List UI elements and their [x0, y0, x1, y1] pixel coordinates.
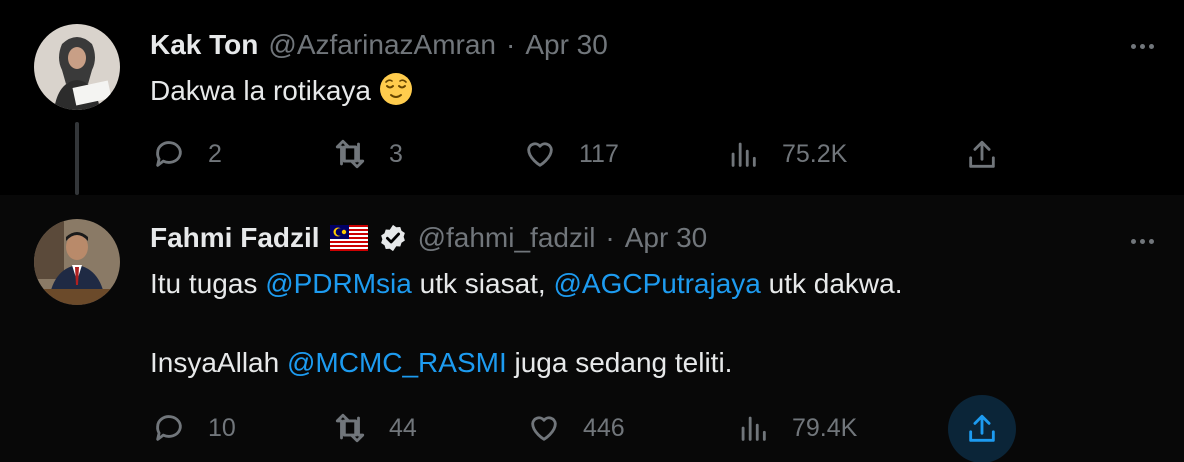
- view-count: 79.4K: [792, 413, 858, 442]
- tweet-text-line-1: Itu tugas @PDRMsia utk siasat, @AGCPutra…: [150, 266, 903, 302]
- retweet-icon: [335, 139, 365, 169]
- tweet-text-content: Dakwa la rotikaya: [150, 75, 371, 106]
- reply-button[interactable]: 2: [152, 129, 222, 179]
- reply-button[interactable]: 10: [152, 403, 236, 453]
- tweet-actions: 10 44 446 79.4K: [0, 395, 1184, 462]
- separator-dot: ·: [605, 222, 615, 253]
- more-options-icon[interactable]: [1126, 30, 1158, 62]
- tweet-2[interactable]: Fahmi Fadzil @fahmi_fadzil · Apr 30 Itu …: [0, 195, 1184, 462]
- mention-link[interactable]: @PDRMsia: [265, 268, 412, 299]
- author-name[interactable]: Kak Ton: [150, 29, 258, 61]
- like-button[interactable]: 446: [527, 403, 625, 453]
- share-icon: [969, 414, 995, 442]
- text-segment: utk siasat,: [411, 268, 554, 299]
- share-icon: [969, 140, 995, 168]
- reply-count: 10: [208, 413, 236, 442]
- relieved-face-emoji-icon: [379, 73, 412, 105]
- like-count: 446: [583, 413, 625, 442]
- mention-link[interactable]: @MCMC_RASMI: [287, 347, 507, 378]
- view-count: 75.2K: [782, 139, 848, 168]
- mention-link[interactable]: @AGCPutrajaya: [553, 268, 760, 299]
- tweet-date[interactable]: Apr 30: [625, 222, 708, 254]
- views-icon: [731, 142, 756, 167]
- like-count: 117: [579, 139, 619, 168]
- heart-icon: [527, 142, 553, 167]
- text-segment: utk dakwa.: [760, 268, 903, 299]
- retweet-button[interactable]: 44: [333, 403, 417, 453]
- tweet-text: Dakwa la rotikaya: [150, 72, 413, 109]
- tweet-header: Kak Ton @AzfarinazAmran · Apr 30: [150, 25, 608, 65]
- separator-dot: ·: [506, 29, 516, 60]
- views-icon: [741, 416, 766, 441]
- share-button[interactable]: [948, 121, 1016, 189]
- retweet-icon: [335, 413, 365, 443]
- avatar[interactable]: [34, 219, 120, 305]
- more-options-icon[interactable]: [1126, 225, 1158, 257]
- text-segment: Itu tugas: [150, 268, 266, 299]
- tweet-date[interactable]: Apr 30: [525, 29, 608, 61]
- author-handle[interactable]: @fahmi_fadzil: [418, 222, 596, 254]
- avatar[interactable]: [34, 24, 120, 110]
- heart-icon: [531, 416, 557, 441]
- reply-icon: [156, 141, 182, 167]
- tweet-header: Fahmi Fadzil @fahmi_fadzil · Apr 30: [150, 218, 707, 258]
- author-name[interactable]: Fahmi Fadzil: [150, 222, 320, 254]
- tweet-1[interactable]: Kak Ton @AzfarinazAmran · Apr 30 Dakwa l…: [0, 0, 1184, 195]
- author-handle[interactable]: @AzfarinazAmran: [268, 29, 496, 61]
- views-button[interactable]: 75.2K: [726, 129, 847, 179]
- views-button[interactable]: 79.4K: [736, 403, 857, 453]
- malaysia-flag-icon: [329, 225, 368, 251]
- share-button[interactable]: [948, 395, 1016, 462]
- tweet-text-line-2: InsyaAllah @MCMC_RASMI juga sedang telit…: [150, 345, 732, 381]
- reply-icon: [156, 415, 182, 441]
- text-segment: InsyaAllah: [150, 347, 287, 378]
- retweet-count: 44: [389, 413, 417, 442]
- tweet-actions: 2 3 117 75.2K: [0, 129, 1184, 179]
- retweet-button[interactable]: 3: [333, 129, 403, 179]
- reply-count: 2: [208, 139, 222, 168]
- like-button[interactable]: 117: [523, 129, 619, 179]
- verified-badge-icon: [380, 224, 405, 252]
- retweet-count: 3: [389, 139, 403, 168]
- text-segment: juga sedang teliti.: [506, 347, 733, 378]
